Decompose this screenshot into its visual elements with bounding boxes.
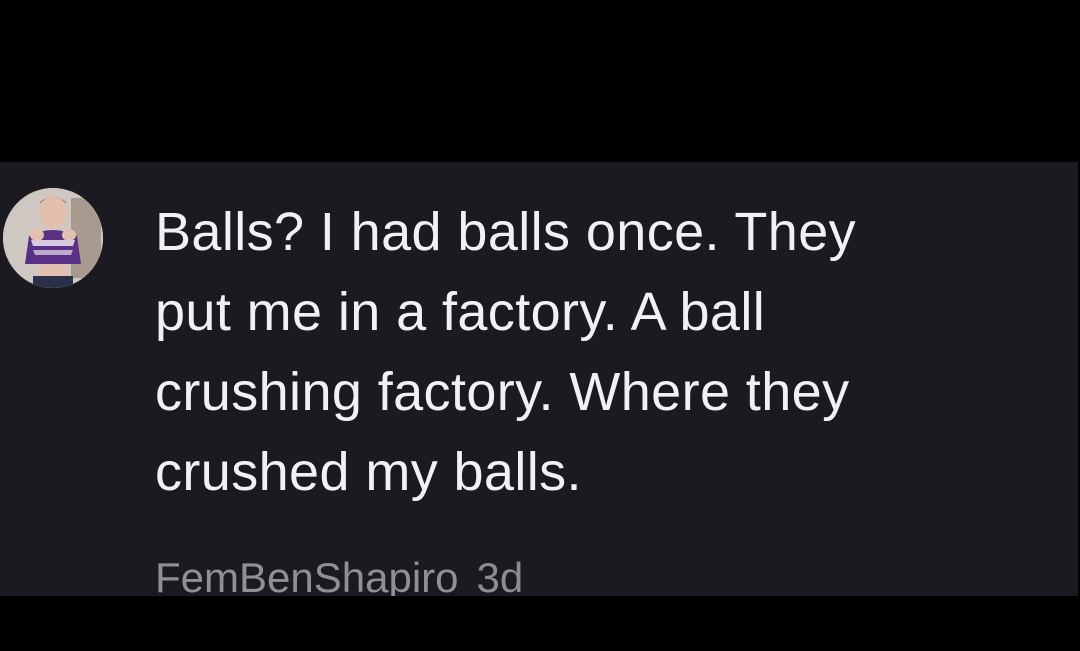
- screenshot-frame: Balls? I had balls once. They put me in …: [0, 0, 1080, 651]
- avatar[interactable]: [3, 188, 103, 288]
- comment-card: Balls? I had balls once. They put me in …: [0, 162, 1078, 596]
- comment-text: Balls? I had balls once. They put me in …: [155, 202, 857, 502]
- comment-meta: FemBenShapiro 3d: [155, 548, 523, 596]
- profile-photo-avatar-icon: [3, 188, 103, 288]
- comment-author-username[interactable]: FemBenShapiro: [155, 554, 459, 596]
- comment-timestamp: 3d: [476, 554, 524, 596]
